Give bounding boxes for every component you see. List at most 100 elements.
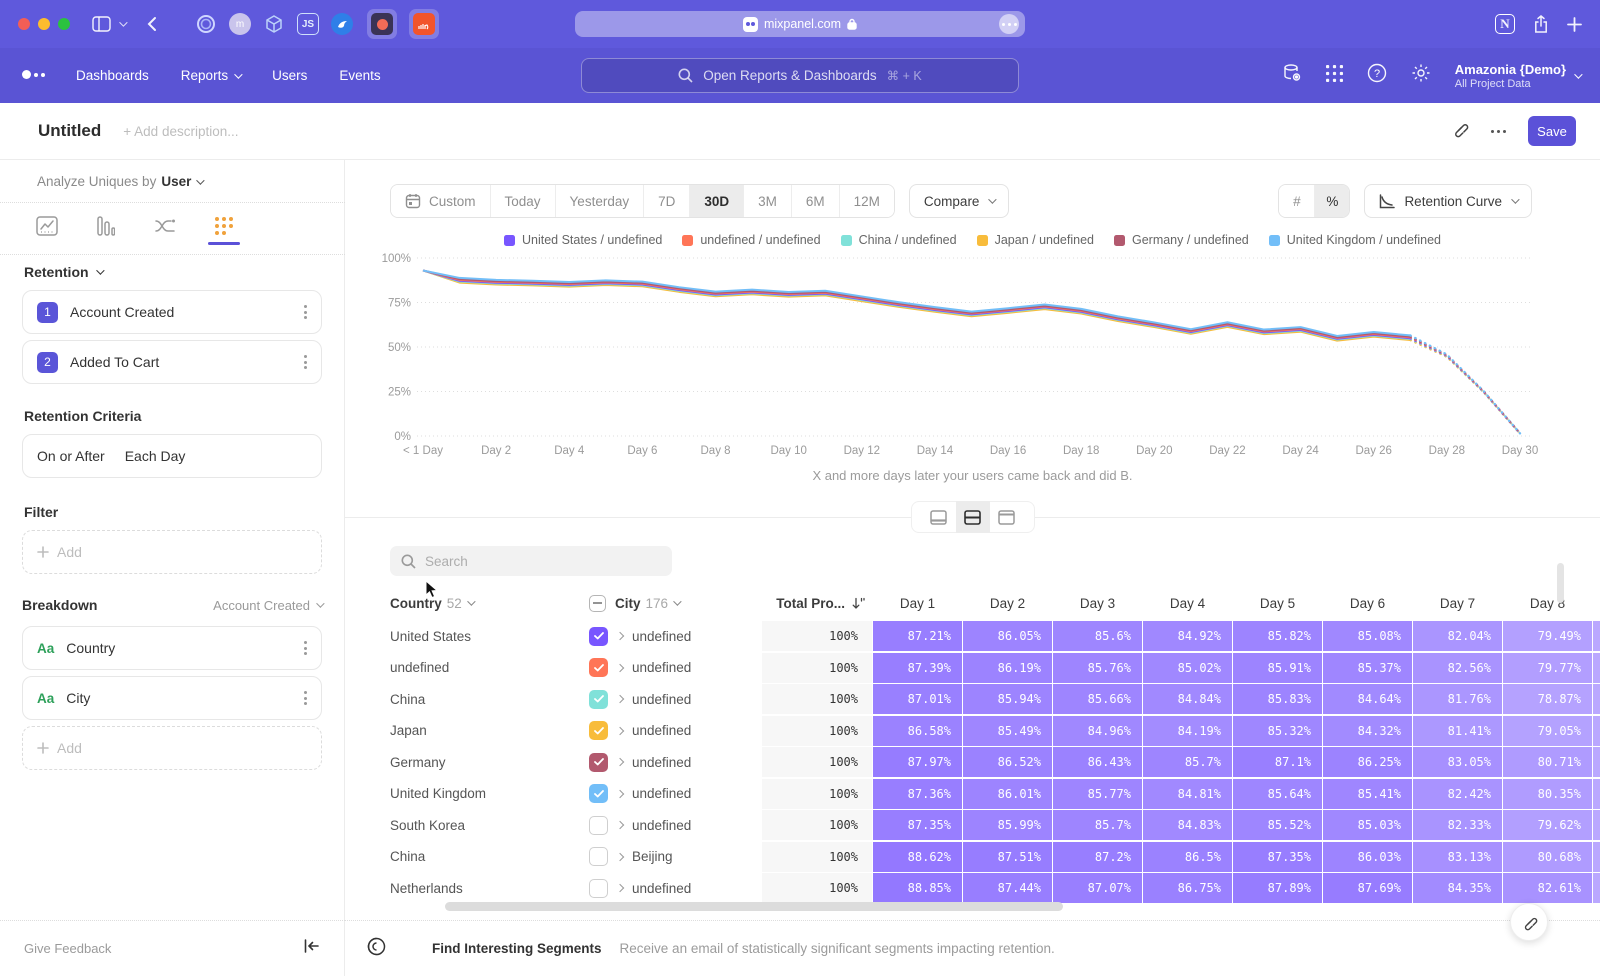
retention-cell[interactable]: 83.05%: [1413, 747, 1502, 777]
legend-item[interactable]: China / undefined: [841, 233, 957, 247]
close-window-button[interactable]: [18, 18, 30, 30]
retention-cell[interactable]: 85.7%: [1053, 810, 1142, 840]
data-management-icon[interactable]: [1282, 63, 1302, 88]
tab-insights[interactable]: [30, 210, 64, 242]
breakdown-scope-selector[interactable]: Account Created: [213, 598, 322, 613]
retention-cell[interactable]: 87.39%: [873, 653, 962, 683]
retention-cell[interactable]: 85.94%: [963, 684, 1052, 714]
range-12m[interactable]: 12M: [839, 185, 894, 217]
column-header-day[interactable]: Day 2: [963, 596, 1052, 611]
help-icon[interactable]: ?: [1367, 63, 1387, 88]
expand-row-icon[interactable]: [616, 884, 624, 892]
retention-cell[interactable]: 82.33%: [1413, 810, 1502, 840]
retention-cell[interactable]: 82.04%: [1413, 621, 1502, 651]
global-search[interactable]: Open Reports & Dashboards ⌘ + K: [581, 58, 1019, 93]
retention-cell[interactable]: 81.76%: [1413, 684, 1502, 714]
retention-cell[interactable]: 85.77%: [1053, 779, 1142, 809]
column-header-day[interactable]: Day 3: [1053, 596, 1142, 611]
sidebar-toggle-icon[interactable]: [92, 16, 111, 32]
retention-cell[interactable]: 80.35%: [1503, 779, 1592, 809]
retention-cell[interactable]: 87.97%: [873, 747, 962, 777]
extension-m-icon[interactable]: m: [229, 13, 251, 35]
retention-cell[interactable]: 82.42%: [1413, 779, 1502, 809]
horizontal-scrollbar[interactable]: [445, 902, 1063, 911]
country-cell[interactable]: China: [390, 684, 580, 714]
range-6m[interactable]: 6M: [791, 185, 839, 217]
expand-row-icon[interactable]: [616, 726, 624, 734]
retention-cell[interactable]: 87.2%: [1053, 842, 1142, 872]
retention-cell[interactable]: 79.05%: [1503, 716, 1592, 746]
retention-cell[interactable]: 85.37%: [1323, 653, 1412, 683]
expand-row-icon[interactable]: [616, 663, 624, 671]
zoom-window-button[interactable]: [58, 18, 70, 30]
layout-table-focus-button[interactable]: [990, 501, 1024, 533]
expand-row-icon[interactable]: [616, 789, 624, 797]
retention-cell[interactable]: 78.87%: [1503, 684, 1592, 714]
nav-users[interactable]: Users: [272, 68, 307, 83]
settings-gear-icon[interactable]: [1411, 63, 1431, 88]
extension-soundcloud-icon[interactable]: [409, 9, 439, 39]
range-7d[interactable]: 7D: [643, 185, 689, 217]
retention-cell[interactable]: 84.83%: [1143, 810, 1232, 840]
series-checkbox[interactable]: [589, 658, 608, 677]
retention-cell[interactable]: 85.6%: [1053, 621, 1142, 651]
retention-cell[interactable]: 85.82%: [1233, 621, 1322, 651]
tab-flows[interactable]: [148, 210, 182, 242]
series-checkbox[interactable]: [589, 879, 608, 898]
range-yesterday[interactable]: Yesterday: [555, 185, 644, 217]
breakdown-country[interactable]: Aa Country: [22, 626, 322, 670]
country-cell[interactable]: South Korea: [390, 810, 580, 840]
breakdown-city[interactable]: Aa City: [22, 676, 322, 720]
address-more-button[interactable]: [999, 14, 1019, 34]
compare-button[interactable]: Compare: [909, 184, 1010, 218]
kebab-menu-icon[interactable]: [304, 641, 307, 655]
retention-cell[interactable]: 79.77%: [1503, 653, 1592, 683]
retention-cell[interactable]: 86.25%: [1323, 747, 1412, 777]
column-header-day[interactable]: Day 8: [1503, 596, 1592, 611]
retention-cell[interactable]: 84.32%: [1323, 716, 1412, 746]
retention-cell[interactable]: 87.01%: [873, 684, 962, 714]
series-checkbox[interactable]: [589, 753, 608, 772]
retention-criteria-card[interactable]: On or After Each Day: [22, 434, 322, 478]
kebab-menu-icon[interactable]: [304, 355, 307, 369]
new-tab-icon[interactable]: [1567, 17, 1582, 32]
series-checkbox[interactable]: [589, 816, 608, 835]
layout-split-button[interactable]: [956, 501, 990, 533]
back-icon[interactable]: [147, 16, 157, 32]
criteria-interval[interactable]: Each Day: [125, 448, 186, 464]
retention-cell[interactable]: 87.07%: [1053, 873, 1142, 903]
criteria-mode[interactable]: On or After: [37, 448, 105, 464]
select-all-checkbox[interactable]: [589, 595, 606, 612]
tab-retention[interactable]: [207, 210, 241, 242]
nav-dashboards[interactable]: Dashboards: [76, 68, 149, 83]
legend-item[interactable]: United States / undefined: [504, 233, 662, 247]
collapse-sidebar-icon[interactable]: [304, 939, 319, 958]
legend-item[interactable]: United Kingdom / undefined: [1269, 233, 1441, 247]
retention-cell[interactable]: 85.02%: [1143, 653, 1232, 683]
minimize-window-button[interactable]: [38, 18, 50, 30]
column-header-day[interactable]: Day 1: [873, 596, 962, 611]
segments-title[interactable]: Find Interesting Segments: [432, 941, 602, 956]
series-checkbox[interactable]: [589, 784, 608, 803]
retention-cell[interactable]: 87.51%: [963, 842, 1052, 872]
retention-cell[interactable]: 86.03%: [1323, 842, 1412, 872]
share-link-floating-button[interactable]: [1510, 903, 1548, 941]
column-header-day[interactable]: Day 4: [1143, 596, 1232, 611]
retention-step-1[interactable]: 1 Account Created: [22, 290, 322, 334]
series-checkbox[interactable]: [589, 721, 608, 740]
retention-cell[interactable]: 84.92%: [1143, 621, 1232, 651]
retention-cell[interactable]: 85.32%: [1233, 716, 1322, 746]
more-button[interactable]: [1491, 130, 1506, 133]
retention-cell[interactable]: 85.03%: [1323, 810, 1412, 840]
retention-cell[interactable]: 85.41%: [1323, 779, 1412, 809]
retention-step-2[interactable]: 2 Added To Cart: [22, 340, 322, 384]
retention-cell[interactable]: 88.85%: [873, 873, 962, 903]
retention-cell[interactable]: 85.49%: [963, 716, 1052, 746]
retention-cell[interactable]: 86.19%: [963, 653, 1052, 683]
country-cell[interactable]: United Kingdom: [390, 779, 580, 809]
country-cell[interactable]: China: [390, 842, 580, 872]
retention-cell[interactable]: 84.81%: [1143, 779, 1232, 809]
notion-extension-icon[interactable]: N: [1495, 14, 1515, 34]
tab-funnels[interactable]: [89, 210, 123, 242]
retention-cell[interactable]: 86.52%: [963, 747, 1052, 777]
